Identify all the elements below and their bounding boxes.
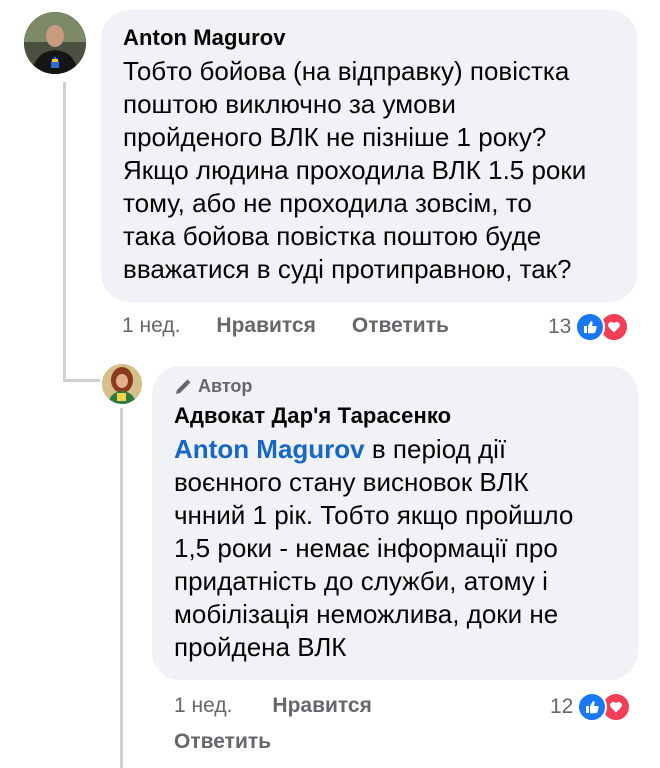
reply-reactions[interactable]: 12 [550,692,632,722]
avatar-darya[interactable] [102,364,142,404]
reply-reply-button[interactable]: Ответить [174,730,271,754]
comment-actions: 1 нед. Нравится Ответить [122,314,449,338]
avatar-darya-image [102,364,142,404]
like-reaction-icon [575,312,606,342]
reply-time[interactable]: 1 нед. [174,694,232,718]
reply-actions: 1 нед. Нравится [174,694,372,718]
avatar-anton-image [24,12,86,74]
author-badge: Автор [174,376,616,397]
pencil-icon [176,379,191,394]
reply-thread-line [120,408,123,768]
reply-text: Anton Magurov в період дії воєнного стан… [174,433,616,664]
comment-like-button[interactable]: Нравится [216,314,315,338]
reply-bubble: Автор Адвокат Дар'я Тарасенко Anton Magu… [152,366,638,680]
comment-bubble: Anton Magurov Тобто бойова (на відправку… [101,10,637,302]
reply-body: в період дії воєнного стану висновок ВЛК… [174,434,574,662]
like-reaction-icon [577,692,608,722]
comment-author[interactable]: Anton Magurov [123,25,615,51]
thread-line-vertical [63,82,66,382]
comment-time[interactable]: 1 нед. [122,314,180,338]
comment-reply-button[interactable]: Ответить [352,314,449,338]
avatar-anton[interactable] [24,12,86,74]
reply-reaction-count: 12 [550,695,574,718]
author-badge-label: Автор [198,376,253,396]
thread-line-connector [63,379,100,382]
comment-reaction-count: 13 [548,315,572,338]
reply-mention[interactable]: Anton Magurov [174,434,365,464]
comment-reactions[interactable]: 13 [548,312,630,342]
reply-author[interactable]: Адвокат Дар'я Тарасенко [174,403,616,429]
comment-text: Тобто бойова (на відправку) повістка пош… [123,56,587,284]
reply-actions-second-row: Ответить [174,730,271,754]
reply-like-button[interactable]: Нравится [272,694,371,718]
